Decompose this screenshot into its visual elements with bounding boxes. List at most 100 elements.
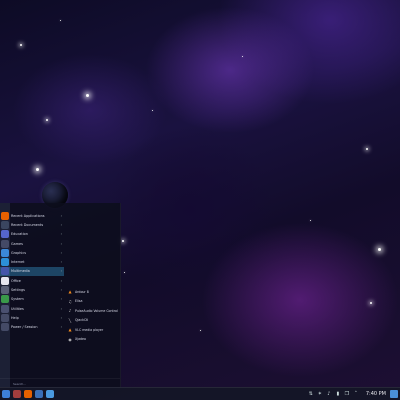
submenu-item-elisa[interactable]: ♫ Elisa bbox=[64, 297, 120, 307]
chevron-right-icon: › bbox=[60, 325, 62, 330]
games-icon bbox=[1, 239, 9, 248]
elisa-icon: ♫ bbox=[68, 298, 72, 304]
submenu-item-vlc-media-player[interactable]: ▲ VLC media player bbox=[64, 325, 120, 335]
menu-category-label: Office bbox=[11, 278, 21, 283]
globe-icon bbox=[1, 258, 9, 267]
network-icon[interactable]: ⇅ bbox=[308, 391, 314, 397]
submenu-item-pulseaudio-volume-control[interactable]: ♪ PulseAudio Volume Control bbox=[64, 306, 120, 316]
star-6 bbox=[122, 240, 124, 242]
volume-icon[interactable]: ♪ bbox=[326, 391, 332, 397]
education-icon bbox=[1, 230, 9, 239]
office-icon bbox=[1, 276, 9, 285]
help-icon bbox=[1, 313, 9, 322]
chevron-right-icon: › bbox=[60, 297, 62, 302]
utilities-icon bbox=[1, 304, 9, 313]
clock[interactable]: 7:40 PM bbox=[366, 391, 386, 397]
menu-category-label: Power / Session bbox=[11, 325, 38, 330]
multimedia-icon bbox=[1, 267, 9, 276]
submenu-item-label: VLC media player bbox=[75, 327, 104, 332]
document-icon bbox=[1, 220, 9, 229]
chevron-right-icon: › bbox=[60, 306, 62, 311]
menu-category-system[interactable]: System › bbox=[0, 295, 64, 304]
clipboard-icon[interactable]: ❐ bbox=[344, 391, 350, 397]
submenu-item-qjackctl[interactable]: ╲ QjackCtl bbox=[64, 316, 120, 326]
file-manager-icon[interactable] bbox=[13, 390, 21, 398]
chevron-right-icon: › bbox=[60, 250, 62, 255]
star-14 bbox=[60, 20, 61, 21]
submenu-item-label: PulseAudio Volume Control bbox=[75, 308, 118, 313]
submenu-item-xjadeo[interactable]: ◉ Xjadeo bbox=[64, 335, 120, 345]
star-7 bbox=[366, 148, 368, 150]
star-5 bbox=[378, 248, 381, 251]
star-12 bbox=[310, 220, 311, 221]
chevron-right-icon: › bbox=[60, 213, 62, 218]
bluetooth-icon[interactable]: ✶ bbox=[317, 391, 323, 397]
menu-category-settings[interactable]: Settings › bbox=[0, 285, 64, 295]
firefox-icon[interactable] bbox=[24, 390, 32, 398]
system-icon bbox=[1, 295, 9, 304]
app-launcher-icon[interactable] bbox=[2, 390, 10, 398]
vlc-icon: ▲ bbox=[68, 327, 72, 333]
star-11 bbox=[152, 110, 153, 111]
menu-category-power-session[interactable]: Power / Session › bbox=[0, 323, 64, 332]
jack-icon: ╲ bbox=[68, 317, 72, 323]
system-settings-icon[interactable] bbox=[46, 390, 54, 398]
menu-category-label: Settings bbox=[11, 288, 25, 293]
power-icon bbox=[1, 323, 9, 332]
xjadeo-icon: ◉ bbox=[68, 336, 72, 342]
menu-category-label: Education bbox=[11, 232, 28, 237]
settings-icon bbox=[1, 286, 9, 295]
application-menu: Recent Applications › Recent Documents › Edu… bbox=[0, 203, 121, 388]
chevron-right-icon: › bbox=[60, 288, 62, 293]
menu-category-internet[interactable]: Internet › bbox=[0, 257, 64, 267]
star-8 bbox=[370, 302, 372, 304]
menu-category-label: Help bbox=[11, 315, 19, 320]
system-tray: ⇅ ✶ ♪ ▮ ❐ ˄ 7:40 PM bbox=[308, 388, 386, 400]
graphics-icon bbox=[1, 248, 9, 257]
menu-category-label: Recent Applications bbox=[11, 213, 45, 218]
star-1 bbox=[86, 94, 89, 97]
volume-icon: ♪ bbox=[68, 308, 72, 314]
chevron-right-icon: › bbox=[60, 232, 62, 237]
submenu-item-label: QjackCtl bbox=[75, 318, 89, 323]
chevron-right-icon: › bbox=[60, 260, 62, 265]
menu-category-multimedia[interactable]: Multimedia › bbox=[0, 266, 64, 277]
star-10 bbox=[242, 56, 243, 57]
star-9 bbox=[124, 272, 125, 273]
submenu-item-label: Elisa bbox=[75, 299, 83, 304]
submenu-item-label: Ardour 8 bbox=[75, 289, 89, 294]
chevron-right-icon: › bbox=[60, 269, 62, 274]
menu-category-label: Games bbox=[11, 241, 23, 246]
taskbar-launchers bbox=[0, 390, 54, 398]
taskbar: ⇅ ✶ ♪ ▮ ❐ ˄ 7:40 PM bbox=[0, 387, 400, 400]
menu-category-office[interactable]: Office › bbox=[0, 276, 64, 285]
show-desktop-button[interactable] bbox=[390, 390, 398, 398]
menu-category-label: Internet bbox=[11, 260, 25, 265]
category-list: Recent Applications › Recent Documents › Edu… bbox=[0, 211, 64, 332]
chevron-right-icon: › bbox=[60, 315, 62, 320]
star-3 bbox=[46, 119, 48, 121]
menu-category-recent-applications[interactable]: Recent Applications › bbox=[0, 211, 64, 220]
menu-category-label: System bbox=[11, 297, 24, 302]
menu-category-help[interactable]: Help › bbox=[0, 313, 64, 322]
menu-category-utilities[interactable]: Utilities › bbox=[0, 304, 64, 313]
ardour-icon: ▲ bbox=[68, 289, 72, 295]
firefox-icon bbox=[1, 211, 9, 220]
menu-category-recent-documents[interactable]: Recent Documents › bbox=[0, 220, 64, 229]
menu-category-label: Recent Documents bbox=[11, 222, 44, 227]
chevron-up-icon[interactable]: ˄ bbox=[353, 391, 359, 397]
menu-category-education[interactable]: Education › bbox=[0, 230, 64, 239]
submenu-item-ardour-8[interactable]: ▲ Ardour 8 bbox=[64, 287, 120, 297]
battery-icon[interactable]: ▮ bbox=[335, 391, 341, 397]
menu-category-games[interactable]: Games › bbox=[0, 239, 64, 248]
star-4 bbox=[36, 168, 39, 171]
chevron-right-icon: › bbox=[60, 278, 62, 283]
star-13 bbox=[200, 330, 201, 331]
chevron-right-icon: › bbox=[60, 222, 62, 227]
menu-category-label: Multimedia bbox=[11, 269, 30, 274]
menu-category-graphics[interactable]: Graphics › bbox=[0, 248, 64, 257]
multimedia-submenu: ▲ Ardour 8 ♫ Elisa ♪ PulseAudio Volume Contro… bbox=[64, 287, 120, 344]
terminal-icon[interactable] bbox=[35, 390, 43, 398]
menu-category-label: Graphics bbox=[11, 250, 26, 255]
menu-category-label: Utilities bbox=[11, 306, 24, 311]
